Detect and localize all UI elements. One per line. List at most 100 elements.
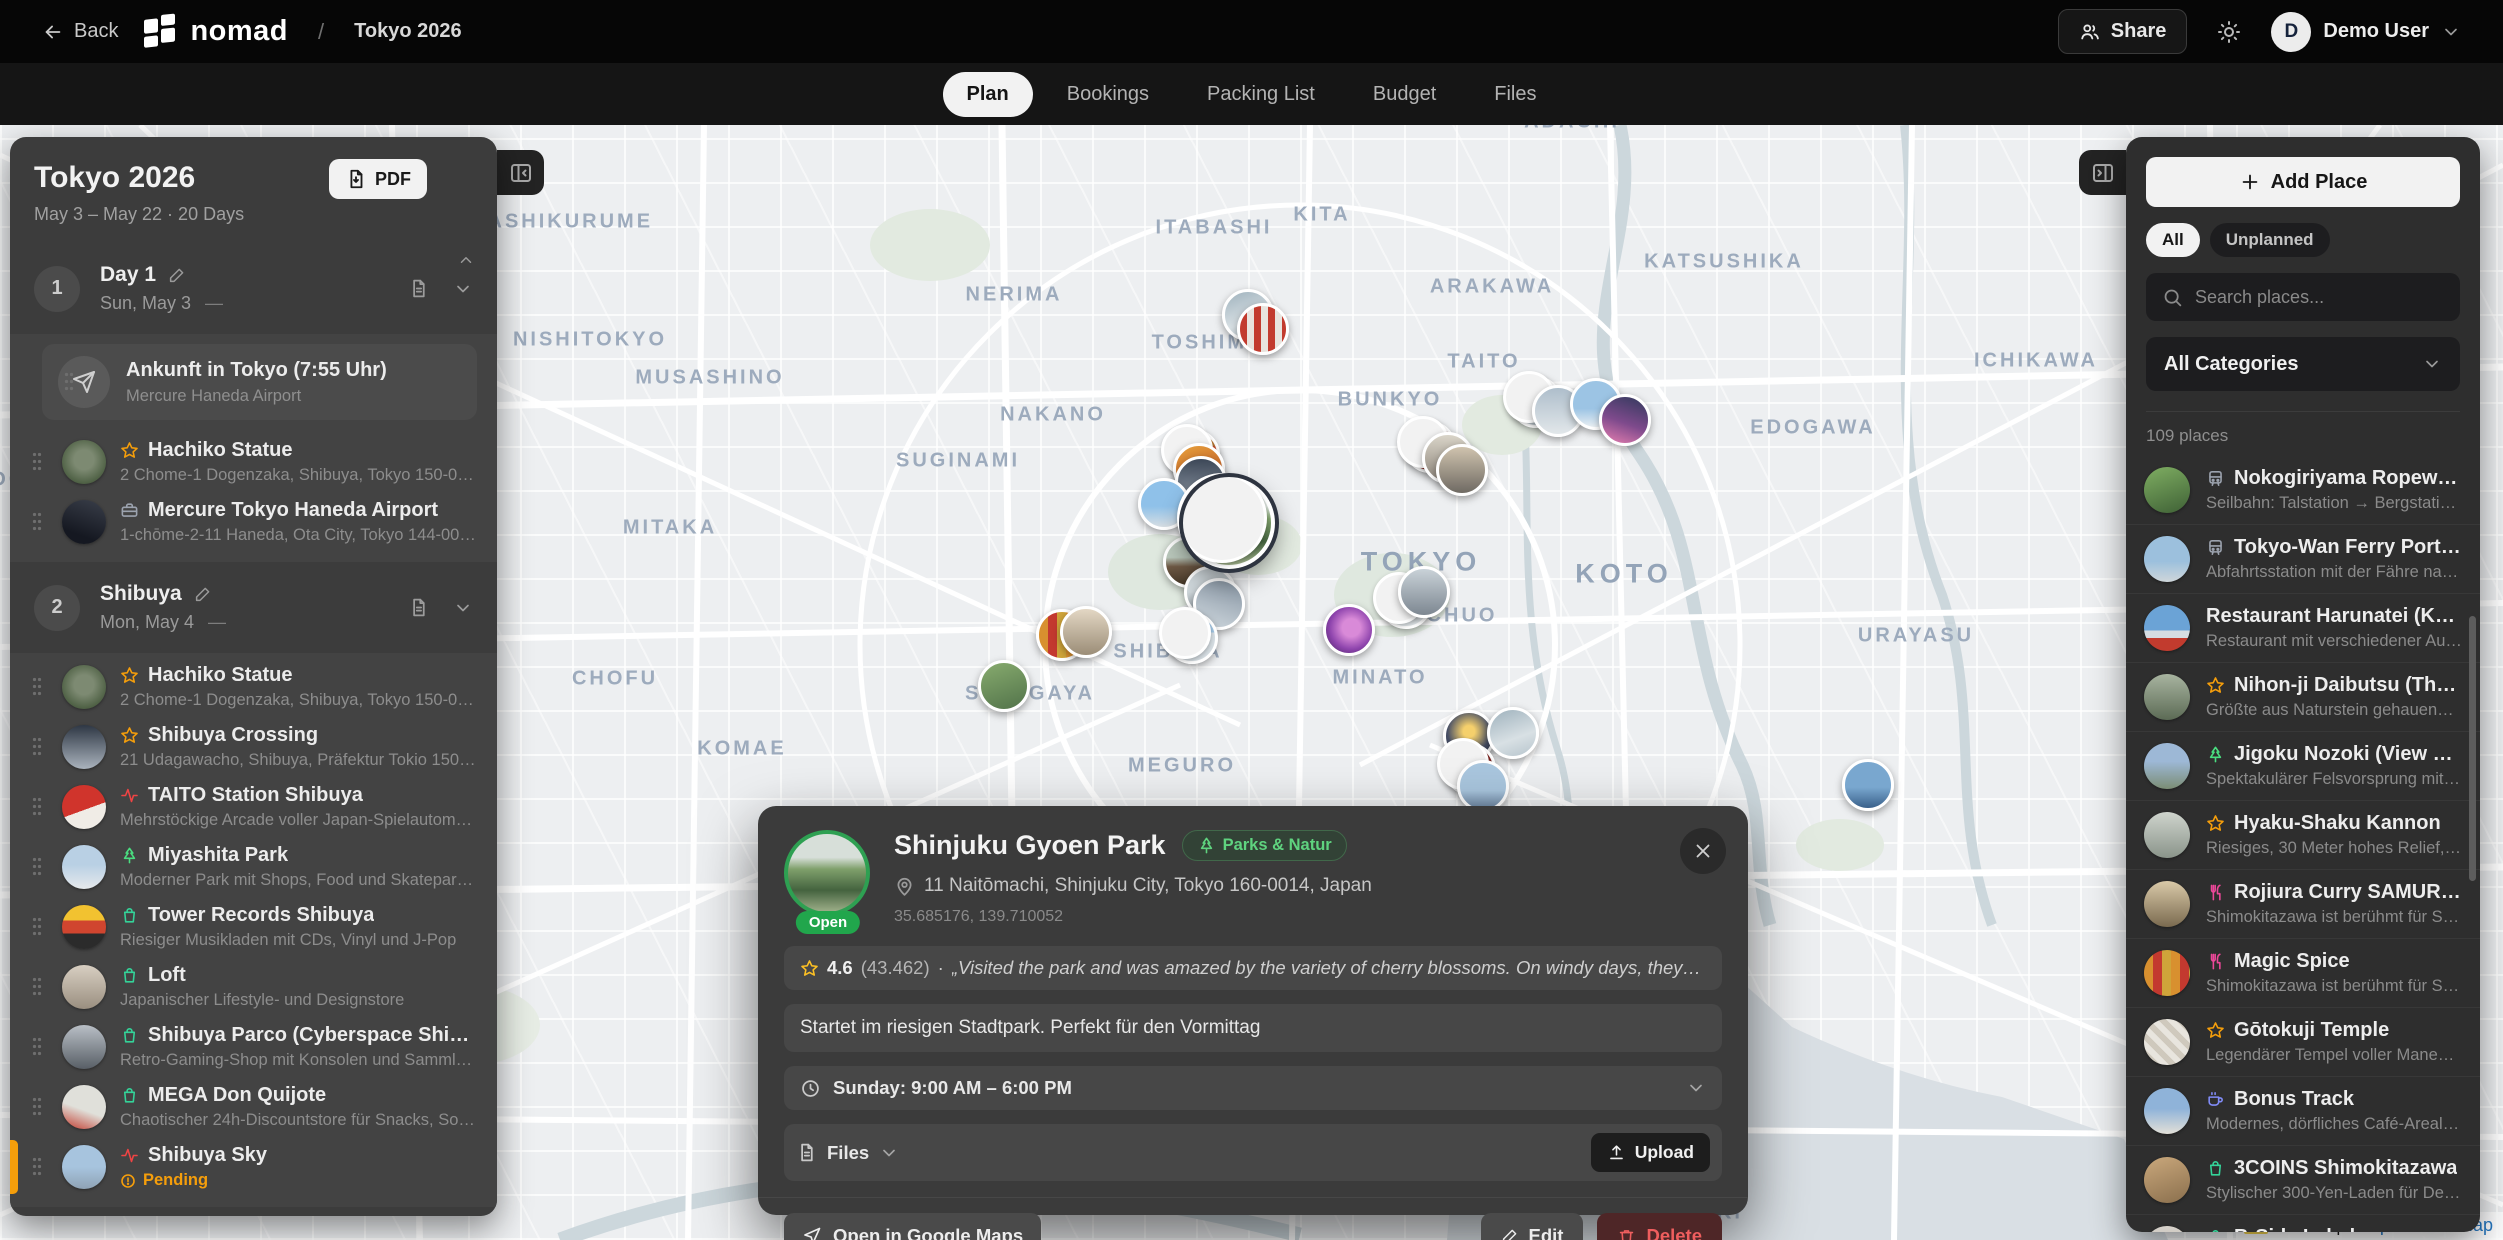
scrollbar-thumb[interactable] <box>2469 616 2476 881</box>
map-marker[interactable] <box>978 660 1030 712</box>
itinerary-place-item[interactable]: TAITO Station ShibuyaMehrstöckige Arcade… <box>10 777 497 837</box>
day-header[interactable]: 3Guided Tagestour nach NikkōTue, May 5— <box>10 1207 497 1216</box>
itinerary-place-item[interactable]: Miyashita ParkModerner Park mit Shops, F… <box>10 837 497 897</box>
map-marker-selected[interactable] <box>1183 477 1275 569</box>
map-marker[interactable] <box>1398 566 1450 618</box>
collapse-right-panel-button[interactable] <box>2079 150 2126 195</box>
opening-hours-row[interactable]: Sunday: 9:00 AM – 6:00 PM <box>784 1066 1722 1110</box>
map-marker[interactable] <box>1487 707 1539 759</box>
place-list-item[interactable]: Gōtokuji TempleLegendärer Tempel voller … <box>2126 1007 2480 1076</box>
search-input[interactable] <box>2195 287 2444 308</box>
bag-icon <box>2206 1228 2225 1232</box>
drag-handle[interactable] <box>32 796 42 818</box>
drag-handle[interactable] <box>32 1036 42 1058</box>
itinerary-place-item[interactable]: LoftJapanischer Lifestyle- und Designsto… <box>10 957 497 1017</box>
place-list-item[interactable]: Bonus TrackModernes, dörfliches Café-Are… <box>2126 1076 2480 1145</box>
bag-icon <box>120 1026 139 1045</box>
place-list-item[interactable]: 3COINS ShimokitazawaStylischer 300-Yen-L… <box>2126 1145 2480 1214</box>
filter-pill-unplanned[interactable]: Unplanned <box>2210 223 2330 257</box>
itinerary-place-item[interactable]: Hachiko Statue2 Chome-1 Dogenzaka, Shibu… <box>10 432 497 492</box>
add-place-label: Add Place <box>2271 171 2368 194</box>
place-list-item[interactable]: Restaurant Harunatei (Kanaya Po...Restau… <box>2126 593 2480 662</box>
drag-handle[interactable] <box>32 511 42 533</box>
place-list-item[interactable]: Jigoku Nozoki (View of Hell)Spektakuläre… <box>2126 731 2480 800</box>
drag-handle[interactable] <box>32 1096 42 1118</box>
open-google-maps-button[interactable]: Open in Google Maps <box>784 1213 1041 1240</box>
day-notes-icon[interactable] <box>408 597 429 618</box>
tab-plan[interactable]: Plan <box>943 72 1033 117</box>
item-title: Hachiko Statue <box>148 439 292 462</box>
drag-handle[interactable] <box>32 451 42 473</box>
itinerary-day-list[interactable]: 1Day 1Sun, May 3— Ankunft in Tokyo (7:55 … <box>10 243 497 1216</box>
drag-handle[interactable] <box>32 1156 42 1178</box>
place-list-item[interactable]: Rojiura Curry SAMURAI. Shim...Shimokitaz… <box>2126 869 2480 938</box>
map-marker[interactable] <box>1166 612 1218 664</box>
share-users-icon <box>2079 21 2101 43</box>
place-list-item[interactable]: Nokogiriyama Ropeway Sum...Seilbahn: Tal… <box>2126 456 2480 524</box>
place-list-item[interactable]: Tokyo-Wan Ferry Port Kuriha...Abfahrtsst… <box>2126 524 2480 593</box>
itinerary-place-item[interactable]: Tower Records ShibuyaRiesiger Musikladen… <box>10 897 497 957</box>
delete-button[interactable]: Delete <box>1597 1213 1722 1240</box>
map-marker[interactable] <box>1060 606 1112 658</box>
drag-handle[interactable] <box>64 371 74 393</box>
pencil-icon <box>1501 1227 1519 1240</box>
tab-bookings[interactable]: Bookings <box>1043 72 1173 117</box>
pencil-icon[interactable] <box>194 585 212 603</box>
back-button[interactable]: Back <box>42 20 118 43</box>
item-subtitle: Mehrstöckige Arcade voller Japan-Spielau… <box>120 811 479 830</box>
itinerary-place-item[interactable]: Hachiko Statue2 Chome-1 Dogenzaka, Shibu… <box>10 657 497 717</box>
chevron-down-icon[interactable] <box>453 598 473 618</box>
edit-button[interactable]: Edit <box>1481 1213 1584 1240</box>
map-marker[interactable] <box>1457 760 1509 812</box>
tab-packing-list[interactable]: Packing List <box>1183 72 1339 117</box>
drag-handle[interactable] <box>32 916 42 938</box>
drag-handle[interactable] <box>32 976 42 998</box>
files-row[interactable]: Files Upload <box>784 1124 1722 1181</box>
note-input[interactable]: Startet im riesigen Stadtpark. Perfekt f… <box>784 1004 1722 1052</box>
day-name: Day 1 <box>100 263 388 287</box>
tab-budget[interactable]: Budget <box>1349 72 1460 117</box>
itinerary-place-item[interactable]: MEGA Don QuijoteChaotischer 24h-Discount… <box>10 1077 497 1137</box>
share-button[interactable]: Share <box>2058 9 2188 54</box>
place-list-item[interactable]: Hyaku-Shaku KannonRiesiges, 30 Meter hoh… <box>2126 800 2480 869</box>
scroll-up-caret-icon[interactable] <box>457 251 475 269</box>
day-header[interactable]: 2ShibuyaMon, May 4— <box>10 562 497 653</box>
place-list-item[interactable]: Nihon-ji Daibutsu (The Great ...Größte a… <box>2126 662 2480 731</box>
sun-icon <box>2217 20 2241 44</box>
place-list-item[interactable]: B-Side LabelHochwertige, wasserfeste Sti… <box>2126 1214 2480 1232</box>
map-marker[interactable] <box>1323 604 1375 656</box>
itinerary-place-item[interactable]: Mercure Tokyo Haneda Airport1-chōme-2-11… <box>10 492 497 552</box>
place-list[interactable]: Nokogiriyama Ropeway Sum...Seilbahn: Tal… <box>2126 456 2480 1232</box>
map-area-label: ICHIKAWA <box>1974 350 2098 373</box>
export-pdf-button[interactable]: PDF <box>329 159 427 199</box>
itinerary-place-item[interactable]: Shibuya Crossing21 Udagawacho, Shibuya, … <box>10 717 497 777</box>
drag-handle[interactable] <box>32 856 42 878</box>
upload-button[interactable]: Upload <box>1591 1133 1710 1172</box>
map-marker[interactable] <box>1599 394 1651 446</box>
chevron-down-icon[interactable] <box>453 279 473 299</box>
map-area-label: SUGINAMI <box>896 450 1020 473</box>
map-marker[interactable] <box>1237 303 1289 355</box>
brand-logo[interactable]: nomad <box>144 15 288 49</box>
pencil-icon[interactable] <box>168 266 186 284</box>
filter-pill-all[interactable]: All <box>2146 223 2200 257</box>
drag-handle[interactable] <box>32 736 42 758</box>
drag-handle[interactable] <box>32 676 42 698</box>
place-list-item[interactable]: Magic SpiceShimokitazawa ist berühmt für… <box>2126 938 2480 1007</box>
user-menu[interactable]: D Demo User <box>2271 12 2461 52</box>
collapse-left-panel-button[interactable] <box>497 150 544 195</box>
close-button[interactable] <box>1680 828 1726 874</box>
day-header[interactable]: 1Day 1Sun, May 3— <box>10 243 497 334</box>
itinerary-note-item[interactable]: Ankunft in Tokyo (7:55 Uhr)Mercure Haned… <box>42 344 477 420</box>
theme-toggle-button[interactable] <box>2217 20 2241 44</box>
add-place-button[interactable]: Add Place <box>2146 157 2460 207</box>
map-marker[interactable] <box>1842 759 1894 811</box>
day-notes-icon[interactable] <box>408 278 429 299</box>
itinerary-place-item[interactable]: Shibuya SkyPending <box>10 1137 497 1197</box>
category-filter-dropdown[interactable]: All Categories <box>2146 337 2460 391</box>
map-marker[interactable] <box>1436 444 1488 496</box>
itinerary-place-item[interactable]: Shibuya Parco (Cyberspace Shibuya)Retro-… <box>10 1017 497 1077</box>
review-summary[interactable]: 4.6 (43.462) · „Visited the park and was… <box>784 946 1722 990</box>
tab-files[interactable]: Files <box>1470 72 1560 117</box>
search-box[interactable] <box>2146 273 2460 321</box>
